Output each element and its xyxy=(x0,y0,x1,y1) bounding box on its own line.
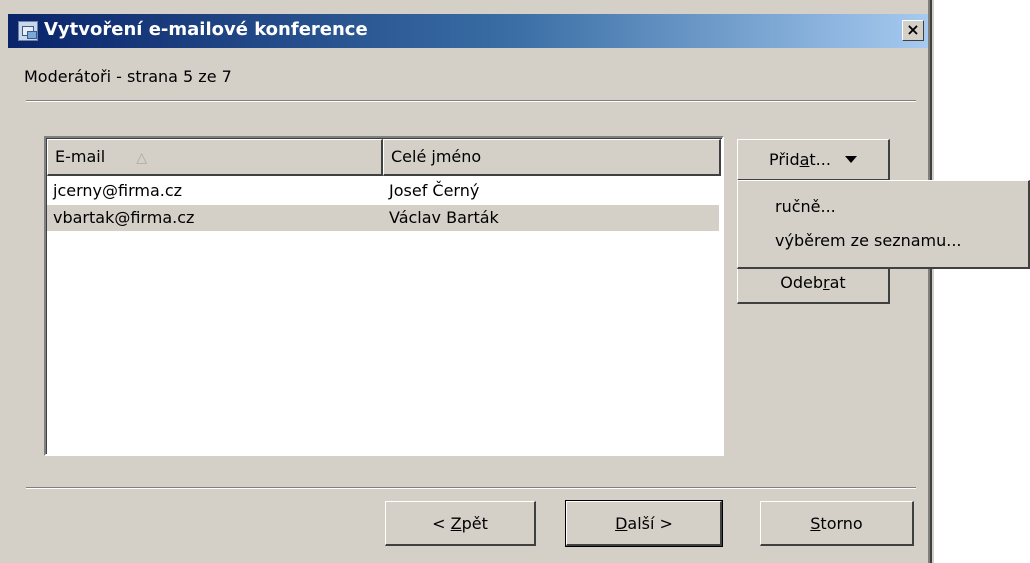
add-dropdown-menu: ručně... výběrem ze seznamu... xyxy=(737,180,1030,269)
row-email: jcerny@firma.cz xyxy=(53,181,183,200)
row-email: vbartak@firma.cz xyxy=(53,208,195,227)
top-separator xyxy=(26,100,916,102)
list-header: E-mail △ Celé jméno xyxy=(47,139,722,176)
cancel-button-label: Storno xyxy=(810,514,863,533)
wizard-page-label: Moderátoři - strana 5 ze 7 xyxy=(24,67,232,86)
back-button-label: < Zpět xyxy=(432,514,488,533)
row-full-name: Josef Černý xyxy=(389,181,480,200)
list-body: E-mail △ Celé jméno jcerny@firma.cz Jose… xyxy=(46,138,722,454)
add-dropdown-button[interactable]: Přidat... xyxy=(737,139,890,181)
column-header-email[interactable]: E-mail △ xyxy=(47,139,383,176)
menu-item-from-list[interactable]: výběrem ze seznamu... xyxy=(738,224,1028,258)
column-header-full-name-label: Celé jméno xyxy=(391,147,482,166)
window-title: Vytvoření e-mailové konference xyxy=(44,19,368,40)
sort-ascending-icon: △ xyxy=(136,150,148,166)
dialog-window: Vytvoření e-mailové konference × Moderát… xyxy=(0,0,1030,563)
row-full-name: Václav Barták xyxy=(389,208,499,227)
column-header-email-label: E-mail xyxy=(55,147,106,166)
back-button[interactable]: < Zpět xyxy=(385,501,536,546)
next-button-label: Další > xyxy=(615,514,673,533)
conference-app-icon xyxy=(18,21,38,41)
bottom-separator xyxy=(26,487,916,489)
table-row-selected[interactable]: vbartak@firma.cz Václav Barták xyxy=(47,205,719,231)
moderators-list[interactable]: E-mail △ Celé jméno jcerny@firma.cz Jose… xyxy=(44,136,724,456)
next-button[interactable]: Další > xyxy=(565,500,723,547)
title-bar[interactable]: Vytvoření e-mailové konference × xyxy=(8,14,928,48)
dropdown-arrow-icon xyxy=(844,156,857,163)
column-header-full-name[interactable]: Celé jméno xyxy=(383,139,721,176)
cancel-button[interactable]: Storno xyxy=(760,501,914,546)
table-row[interactable]: jcerny@firma.cz Josef Černý xyxy=(47,178,719,204)
menu-item-manually[interactable]: ručně... xyxy=(738,190,1028,224)
close-button[interactable]: × xyxy=(902,20,924,41)
window-border-dark xyxy=(930,0,932,563)
add-button-label: Přidat... xyxy=(769,150,831,169)
remove-button-label: Odebrat xyxy=(780,273,846,292)
